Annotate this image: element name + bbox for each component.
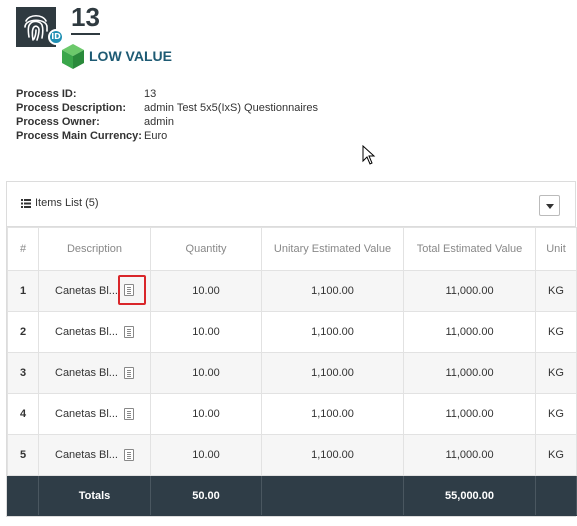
column-header-unit[interactable]: Unit	[535, 227, 577, 271]
unitary-value-cell: 1,100.00	[261, 270, 404, 312]
table-row[interactable]: 5 Canetas Bl... 10.00 1,100.00 11,000.00…	[7, 434, 577, 476]
column-header-unitary-value[interactable]: Unitary Estimated Value	[261, 227, 404, 271]
info-row-process-owner: Process Owner: admin	[16, 115, 318, 129]
description-cell: Canetas Bl...	[38, 270, 151, 312]
process-info: Process ID: 13 Process Description: admi…	[16, 87, 318, 143]
quantity-cell: 10.00	[150, 311, 262, 353]
unit-cell: KG	[535, 352, 577, 394]
total-value-cell: 11,000.00	[403, 352, 536, 394]
cube-icon	[62, 44, 84, 69]
unitary-value-cell: 1,100.00	[261, 434, 404, 476]
description-cell: Canetas Bl...	[38, 352, 151, 394]
highlight-box	[117, 274, 146, 305]
description-text: Canetas Bl...	[55, 408, 118, 420]
details-icon[interactable]	[123, 326, 134, 338]
description-cell: Canetas Bl...	[38, 434, 151, 476]
items-list-header: Items List (5)	[7, 182, 575, 227]
row-number: 3	[7, 352, 39, 394]
table-header-row: # Description Quantity Unitary Estimated…	[7, 227, 577, 271]
column-header-description[interactable]: Description	[38, 227, 151, 271]
items-list-title: Items List (5)	[21, 197, 99, 209]
row-number: 2	[7, 311, 39, 353]
details-icon[interactable]	[123, 367, 134, 379]
info-value: admin Test 5x5(IxS) Questionnaires	[144, 102, 319, 114]
quantity-cell: 10.00	[150, 270, 262, 312]
items-list-title-text: Items List (5)	[35, 197, 99, 209]
unit-cell: KG	[535, 434, 577, 476]
value-level-label: LOW VALUE	[89, 48, 172, 64]
unitary-value-cell: 1,100.00	[261, 352, 404, 394]
info-value: admin	[144, 116, 174, 128]
unitary-value-cell: 1,100.00	[261, 393, 404, 435]
info-row-process-id: Process ID: 13	[16, 87, 318, 101]
list-icon	[21, 198, 31, 208]
description-text: Canetas Bl...	[55, 285, 118, 297]
totals-total-value: 55,000.00	[403, 475, 536, 516]
items-list-dropdown-button[interactable]	[539, 195, 560, 216]
info-row-main-currency: Process Main Currency: Euro	[16, 129, 318, 143]
items-list-panel: Items List (5) # Description Quantity Un…	[6, 181, 577, 517]
fingerprint-icon	[24, 14, 48, 41]
unit-cell: KG	[535, 311, 577, 353]
description-text: Canetas Bl...	[55, 326, 118, 338]
info-value: 13	[144, 88, 157, 100]
info-key: Process Description:	[16, 102, 127, 114]
description-cell: Canetas Bl...	[38, 393, 151, 435]
description-text: Canetas Bl...	[55, 367, 118, 379]
totals-empty-cell	[535, 475, 577, 516]
unit-cell: KG	[535, 393, 577, 435]
details-icon[interactable]	[123, 408, 134, 420]
description-text: Canetas Bl...	[55, 449, 118, 461]
unit-cell: KG	[535, 270, 577, 312]
info-key: Process Main Currency:	[16, 130, 142, 142]
table-row[interactable]: 4 Canetas Bl... 10.00 1,100.00 11,000.00…	[7, 393, 577, 435]
description-cell: Canetas Bl...	[38, 311, 151, 353]
column-header-quantity[interactable]: Quantity	[150, 227, 262, 271]
column-header-number[interactable]: #	[7, 227, 39, 271]
table-row[interactable]: 2 Canetas Bl... 10.00 1,100.00 11,000.00…	[7, 311, 577, 353]
info-value: Euro	[144, 130, 168, 142]
table-row[interactable]: 1 Canetas Bl... 10.00 1,100.00 11,000.00…	[7, 270, 577, 312]
totals-label: Totals	[38, 475, 151, 516]
info-key: Process ID:	[16, 88, 77, 100]
details-icon[interactable]	[123, 449, 134, 461]
process-number: 13	[71, 2, 100, 35]
row-number: 5	[7, 434, 39, 476]
total-value-cell: 11,000.00	[403, 434, 536, 476]
unitary-value-cell: 1,100.00	[261, 311, 404, 353]
totals-empty-cell	[7, 475, 39, 516]
totals-quantity: 50.00	[150, 475, 262, 516]
mouse-pointer-icon	[362, 145, 376, 165]
quantity-cell: 10.00	[150, 393, 262, 435]
items-table: # Description Quantity Unitary Estimated…	[7, 227, 577, 516]
totals-row: Totals 50.00 55,000.00	[7, 475, 577, 516]
row-number: 1	[7, 270, 39, 312]
row-number: 4	[7, 393, 39, 435]
table-row[interactable]: 3 Canetas Bl... 10.00 1,100.00 11,000.00…	[7, 352, 577, 394]
info-row-process-description: Process Description: admin Test 5x5(IxS)…	[16, 101, 318, 115]
info-key: Process Owner:	[16, 116, 100, 128]
total-value-cell: 11,000.00	[403, 311, 536, 353]
totals-empty-cell	[261, 475, 404, 516]
total-value-cell: 11,000.00	[403, 393, 536, 435]
total-value-cell: 11,000.00	[403, 270, 536, 312]
quantity-cell: 10.00	[150, 352, 262, 394]
quantity-cell: 10.00	[150, 434, 262, 476]
column-header-total-value[interactable]: Total Estimated Value	[403, 227, 536, 271]
